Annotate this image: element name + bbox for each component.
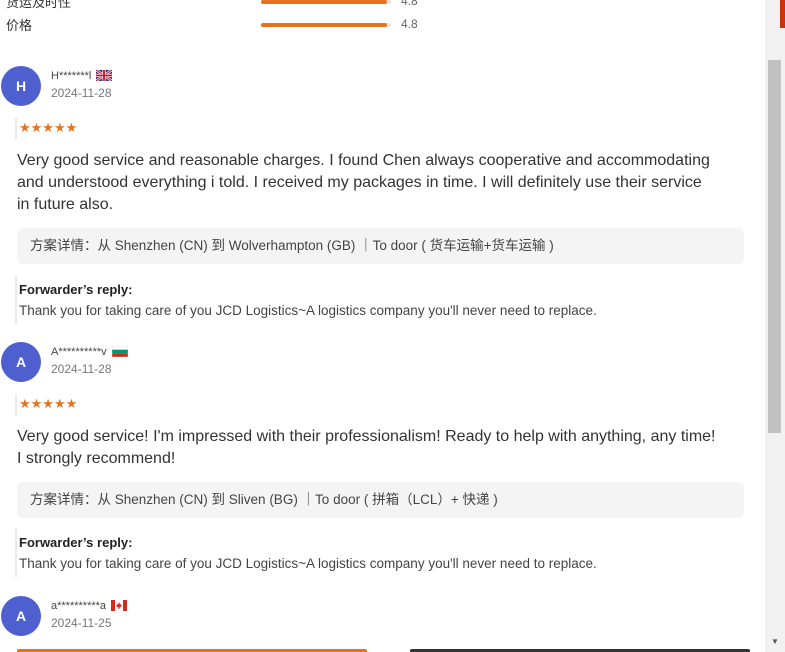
reply-text: Thank you for taking care of you JCD Log… — [19, 303, 597, 318]
reviewer-name-text: H*******l — [51, 70, 92, 82]
avatar: H — [1, 66, 41, 106]
rating-stars: ★★★★★ — [19, 120, 78, 135]
review-date: 2024-11-28 — [51, 362, 112, 376]
rating-label: 货运及时性 — [6, 0, 72, 10]
uk-flag-icon — [96, 70, 113, 81]
review-date: 2024-11-25 — [51, 616, 112, 630]
rating-bar — [261, 0, 391, 4]
rating-row-price: 价格 4.8 — [0, 15, 440, 35]
rating-stars: ★★★★★ — [19, 396, 78, 411]
side-accent-strip — [780, 0, 785, 28]
avatar: A — [1, 342, 41, 382]
forwarder-reply: Forwarder’s reply: Thank you for taking … — [15, 529, 717, 577]
reviewer-name: A**********v — [51, 346, 128, 358]
scrollbar-thumb[interactable] — [768, 60, 781, 433]
canada-flag-icon — [111, 600, 128, 611]
rating-bar — [261, 23, 391, 27]
bulgaria-flag-icon — [111, 346, 128, 357]
review-date: 2024-11-28 — [51, 86, 112, 100]
rating-stars-block: ★★★★★ — [15, 394, 77, 415]
reviewer-name-text: a**********a — [51, 600, 107, 612]
rating-bar-fill — [261, 0, 388, 4]
review-text: Very good service and reasonable charges… — [17, 152, 710, 213]
reply-title: Forwarder’s reply: — [19, 282, 133, 297]
review-text: Very good service! I'm impressed with th… — [17, 428, 716, 467]
rating-bar-fill — [261, 23, 388, 27]
rating-row-timeliness: 货运及时性 4.8 — [0, 0, 440, 12]
reviewer-name-text: A**********v — [51, 346, 107, 358]
rating-score: 4.8 — [401, 17, 418, 31]
rating-label: 价格 — [6, 18, 33, 33]
rating-stars-block: ★★★★★ — [15, 118, 77, 139]
reviewer-name: H*******l — [51, 70, 113, 82]
reply-title: Forwarder’s reply: — [19, 535, 133, 550]
vertical-scrollbar[interactable]: ▼ — [765, 0, 785, 652]
scroll-down-arrow-icon[interactable]: ▼ — [765, 632, 785, 652]
forwarder-reply: Forwarder’s reply: Thank you for taking … — [15, 276, 717, 324]
route-details: 方案详情：从 Shenzhen (CN) 到 Sliven (BG) ｜To d… — [17, 482, 744, 518]
route-details: 方案详情：从 Shenzhen (CN) 到 Wolverhampton (GB… — [17, 228, 744, 264]
avatar: A — [1, 596, 41, 636]
rating-score: 4.8 — [401, 0, 418, 8]
reviewer-name: a**********a — [51, 600, 128, 612]
reviews-panel: 货运及时性 4.8 价格 4.8 H H*******l 2024-11-28 … — [0, 0, 765, 652]
reply-text: Thank you for taking care of you JCD Log… — [19, 556, 597, 571]
